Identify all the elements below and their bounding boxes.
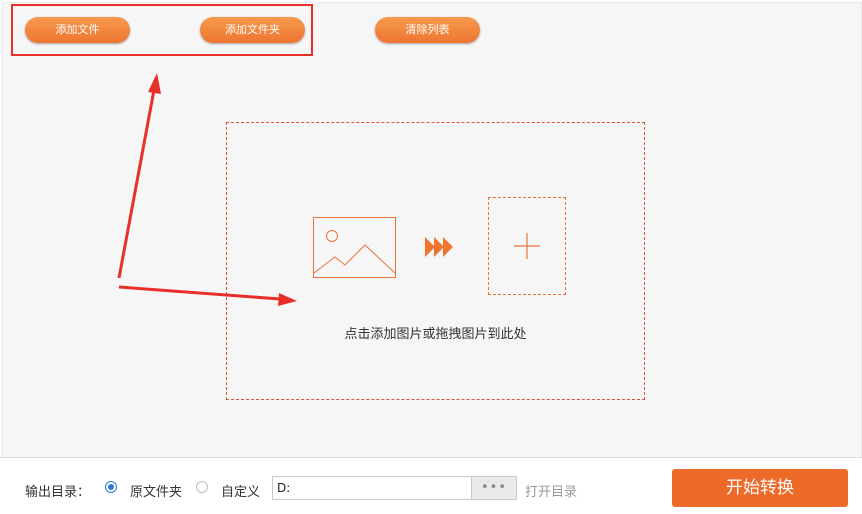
option-custom-label[interactable]: 自定义: [221, 481, 260, 500]
open-directory-link[interactable]: 打开目录: [525, 481, 577, 500]
footer-divider: [0, 457, 862, 458]
add-image-box[interactable]: [488, 197, 566, 295]
option-original-label[interactable]: 原文件夹: [130, 481, 182, 500]
browse-button[interactable]: •••: [472, 476, 517, 500]
drop-zone[interactable]: 点击添加图片或拖拽图片到此处: [226, 122, 645, 400]
radio-custom[interactable]: [196, 481, 208, 493]
output-path-input[interactable]: [272, 476, 472, 500]
annotation-highlight-box: [11, 4, 313, 56]
start-convert-button[interactable]: 开始转换: [672, 469, 848, 507]
drop-hint-text: 点击添加图片或拖拽图片到此处: [344, 327, 527, 342]
output-dir-label: 输出目录：: [25, 485, 91, 500]
clear-list-button[interactable]: 清除列表: [375, 17, 480, 43]
fast-forward-icon: [425, 237, 453, 257]
plus-icon: [514, 233, 540, 259]
radio-original-folder[interactable]: [105, 481, 117, 493]
image-icon: [313, 217, 396, 278]
